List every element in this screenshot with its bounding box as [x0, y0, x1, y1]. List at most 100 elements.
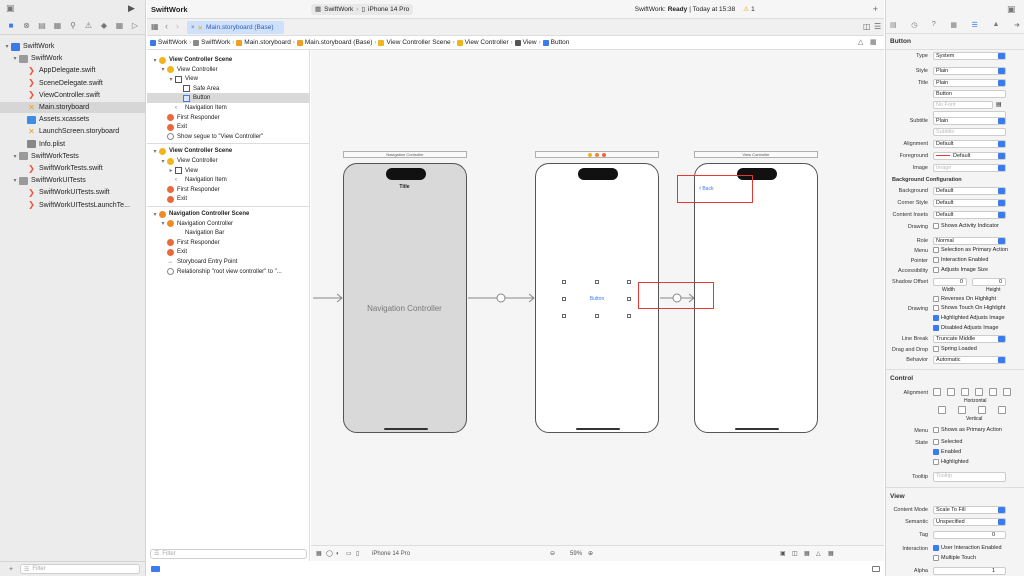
navigator-item[interactable]: ❯ ViewController.swift: [0, 90, 146, 101]
line-break-popup[interactable]: Truncate Middle: [933, 335, 1006, 343]
zoom-in-icon[interactable]: ⊕: [588, 550, 602, 557]
outline-row[interactable]: Relationship "root view controller" to "…: [147, 267, 309, 277]
user-interaction-check[interactable]: User Interaction Enabled: [933, 545, 1002, 551]
alpha-field[interactable]: 1: [933, 567, 1006, 575]
sidebar-toggle-icon[interactable]: ▣: [6, 3, 15, 14]
outline-row[interactable]: Exit: [147, 247, 309, 257]
vc-scene-title[interactable]: View Controller: [694, 151, 818, 158]
outline-row[interactable]: Exit: [147, 194, 309, 204]
font-field[interactable]: No Font: [933, 101, 993, 109]
navigator-item[interactable]: ❯ SwiftWorkUITests.swift: [0, 187, 146, 198]
outline-row[interactable]: ▾ Navigation Controller: [147, 219, 309, 229]
tooltip-field[interactable]: Tooltip: [933, 472, 1006, 482]
close-icon[interactable]: ×: [191, 25, 195, 31]
add-icon[interactable]: +: [873, 4, 878, 14]
menu-primary-check[interactable]: Selection as Primary Action: [933, 247, 1008, 253]
style-popup[interactable]: Plain: [933, 67, 1006, 75]
add-constraints-icon[interactable]: ▦: [804, 550, 816, 557]
device-config[interactable]: iPhone 14 Pro: [372, 551, 410, 557]
navigator-item[interactable]: Assets.xcassets: [0, 114, 146, 125]
outline-row[interactable]: ‹ Navigation Item: [147, 175, 309, 185]
run-icon[interactable]: ▶: [128, 3, 135, 14]
align-fill-icon[interactable]: [975, 388, 983, 396]
issue-icon[interactable]: ⚠: [84, 20, 94, 30]
align-trailing-icon[interactable]: [1003, 388, 1011, 396]
outline-row[interactable]: ▸ View: [147, 166, 309, 176]
corner-style-popup[interactable]: Default: [933, 199, 1006, 207]
outline-row[interactable]: Show segue to "View Controller": [147, 132, 309, 142]
highlighted-check[interactable]: Highlighted: [933, 459, 969, 465]
font-picker-icon[interactable]: ▤: [996, 101, 1002, 108]
disclosure-icon[interactable]: ▾: [167, 76, 175, 83]
align-center-icon[interactable]: [947, 388, 955, 396]
subtitle-popup[interactable]: Plain: [933, 117, 1006, 125]
debug-area-toggle-icon[interactable]: [151, 566, 160, 572]
title-text-field[interactable]: Button: [933, 90, 1006, 98]
pointer-check[interactable]: Interaction Enabled: [933, 257, 988, 263]
debug-icon[interactable]: ▦: [115, 20, 125, 30]
zoom-level[interactable]: 59%: [570, 551, 582, 557]
disclosure-icon[interactable]: ▾: [11, 153, 19, 160]
add-icon[interactable]: +: [6, 564, 16, 574]
jump-bar-item[interactable]: SwiftWork: [150, 39, 187, 46]
background-popup[interactable]: Default: [933, 187, 1006, 195]
adjusts-image-check[interactable]: Adjusts Image Size: [933, 267, 988, 273]
symbol-icon[interactable]: ▦: [53, 20, 63, 30]
folder-icon[interactable]: ■: [6, 20, 16, 30]
disclosure-icon[interactable]: ▾: [159, 220, 167, 227]
attributes-icon[interactable]: ☰: [972, 21, 978, 31]
semantic-popup[interactable]: Unspecified: [933, 518, 1006, 526]
jump-bar-item[interactable]: View Controller: [456, 39, 509, 46]
navigation-controller-scene[interactable]: Title Navigation Controller: [343, 163, 467, 433]
navigator-item[interactable]: Info.plist: [0, 139, 146, 150]
navigator-item[interactable]: ▾ SwiftWorkTests: [0, 151, 146, 162]
multiple-touch-check[interactable]: Multiple Touch: [933, 555, 976, 561]
outline-row[interactable]: ‹ Navigation Item: [147, 103, 309, 113]
navigator-item[interactable]: ✕ LaunchScreen.storyboard: [0, 126, 146, 137]
bookmark-icon[interactable]: ▤: [37, 20, 47, 30]
source-control-icon[interactable]: ⊗: [22, 20, 32, 30]
shadow-width-field[interactable]: 0: [933, 278, 967, 286]
resolve-issues-icon[interactable]: △: [816, 550, 828, 557]
button[interactable]: Button: [564, 296, 630, 302]
subtitle-field[interactable]: Subtitle: [933, 128, 1006, 136]
outline-row[interactable]: First Responder: [147, 238, 309, 248]
appearance-icon[interactable]: ◯: [326, 550, 336, 557]
spring-loaded-check[interactable]: Spring Loaded: [933, 346, 977, 352]
valign-center-icon[interactable]: [958, 406, 966, 414]
related-items-icon[interactable]: ▦: [151, 22, 159, 31]
navigator-item[interactable]: ▾ SwiftWork: [0, 53, 146, 64]
highlighted-adjusts-check[interactable]: Highlighted Adjusts Image: [933, 315, 1005, 321]
search-icon[interactable]: ⚲: [68, 20, 78, 30]
editor-options-icon[interactable]: ☰: [874, 22, 881, 31]
disclosure-icon[interactable]: ▸: [167, 167, 175, 174]
outline-row[interactable]: Button: [147, 93, 309, 104]
outline-row[interactable]: ▾ View: [147, 74, 309, 84]
identity-icon[interactable]: ▦: [950, 21, 957, 31]
inspector-toggle-icon[interactable]: ▣: [1007, 4, 1016, 15]
enabled-check[interactable]: Enabled: [933, 449, 961, 455]
type-popup[interactable]: System: [933, 52, 1006, 60]
outline-row[interactable]: First Responder: [147, 185, 309, 195]
outline-filter-field[interactable]: ☰ Filter: [150, 548, 307, 559]
disclosure-icon[interactable]: ▾: [151, 211, 159, 218]
outline-row[interactable]: Navigation Bar: [147, 228, 309, 238]
alignment-popup[interactable]: Default: [933, 140, 1006, 148]
title-popup[interactable]: Plain: [933, 79, 1006, 87]
jump-bar-item[interactable]: SwiftWork: [193, 39, 230, 46]
storyboard-canvas[interactable]: Navigation Controller Title Navigation C…: [311, 50, 884, 545]
outline-toggle-icon[interactable]: ▦: [316, 550, 326, 557]
disclosure-icon[interactable]: ▾: [151, 57, 159, 64]
disabled-adjusts-check[interactable]: Disabled Adjusts Image: [933, 325, 998, 331]
navigator-item[interactable]: ❯ SceneDelegate.swift: [0, 78, 146, 89]
control-menu-check[interactable]: Shows as Primary Action: [933, 427, 1002, 433]
zoom-out-icon[interactable]: ⊖: [550, 550, 564, 557]
jump-bar-item[interactable]: Main.storyboard (Base): [296, 39, 372, 46]
outline-row[interactable]: ▾ View Controller: [147, 156, 309, 166]
reverses-check[interactable]: Reverses On Highlight: [933, 296, 996, 302]
align-icon[interactable]: ◫: [792, 550, 804, 557]
disclosure-icon[interactable]: ▾: [3, 43, 11, 50]
nav-scene-title[interactable]: Navigation Controller: [343, 151, 467, 158]
breakpoint-icon[interactable]: ▷: [130, 20, 140, 30]
tab-main-storyboard[interactable]: × ✕ Main.storyboard (Base): [187, 21, 284, 34]
